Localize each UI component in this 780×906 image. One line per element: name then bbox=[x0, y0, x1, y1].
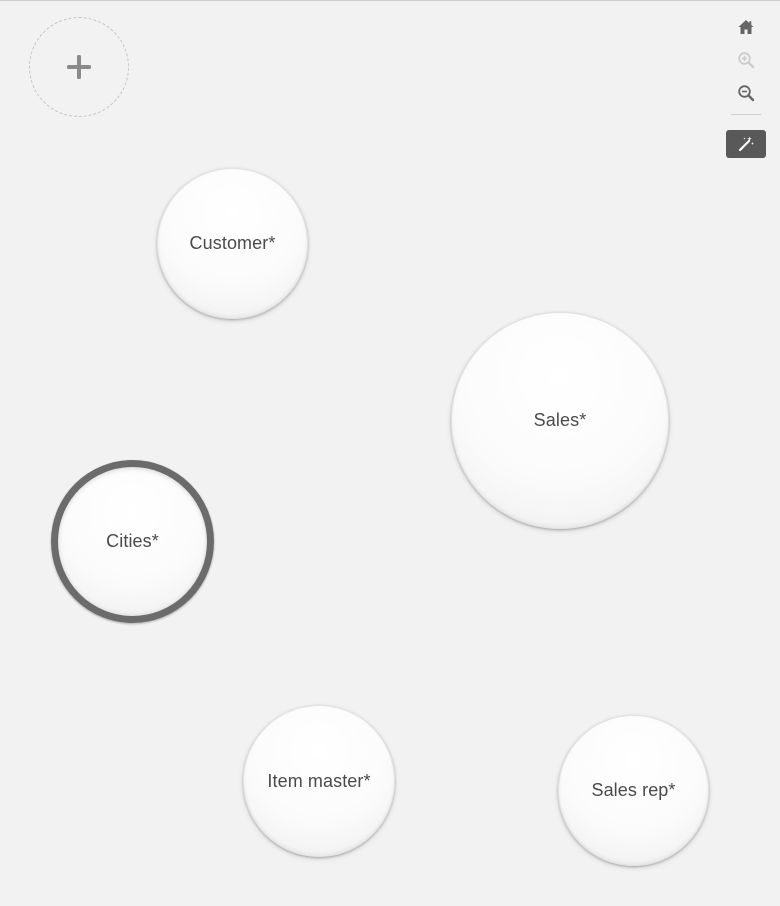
table-bubble-label: Customer* bbox=[189, 233, 276, 253]
home-button[interactable] bbox=[732, 15, 760, 39]
zoom-out-button[interactable] bbox=[732, 81, 760, 105]
selection-ring bbox=[58, 467, 207, 616]
table-bubble-sales[interactable]: Sales* bbox=[451, 312, 669, 529]
table-bubble-label: Cities* bbox=[106, 531, 159, 551]
home-icon bbox=[738, 20, 754, 34]
add-data-button[interactable] bbox=[29, 17, 129, 117]
zoom-out-icon bbox=[738, 85, 755, 102]
table-bubble-cities[interactable]: Cities* bbox=[51, 460, 214, 623]
table-bubble-item-master[interactable]: Item master* bbox=[243, 705, 395, 857]
plus-icon bbox=[67, 55, 91, 79]
table-bubble-customer[interactable]: Customer* bbox=[157, 168, 308, 319]
view-toolbar bbox=[726, 15, 766, 158]
zoom-in-icon bbox=[738, 52, 755, 69]
table-bubble-label: Sales rep* bbox=[591, 780, 676, 800]
table-bubble-label: Item master* bbox=[267, 770, 371, 791]
magic-wand-button[interactable] bbox=[726, 130, 766, 158]
magic-wand-icon bbox=[738, 136, 754, 152]
table-bubble-label: Sales* bbox=[533, 410, 587, 430]
zoom-in-button[interactable] bbox=[732, 48, 760, 72]
table-bubble-sales-rep[interactable]: Sales rep* bbox=[558, 715, 709, 866]
toolbar-divider bbox=[731, 114, 761, 115]
